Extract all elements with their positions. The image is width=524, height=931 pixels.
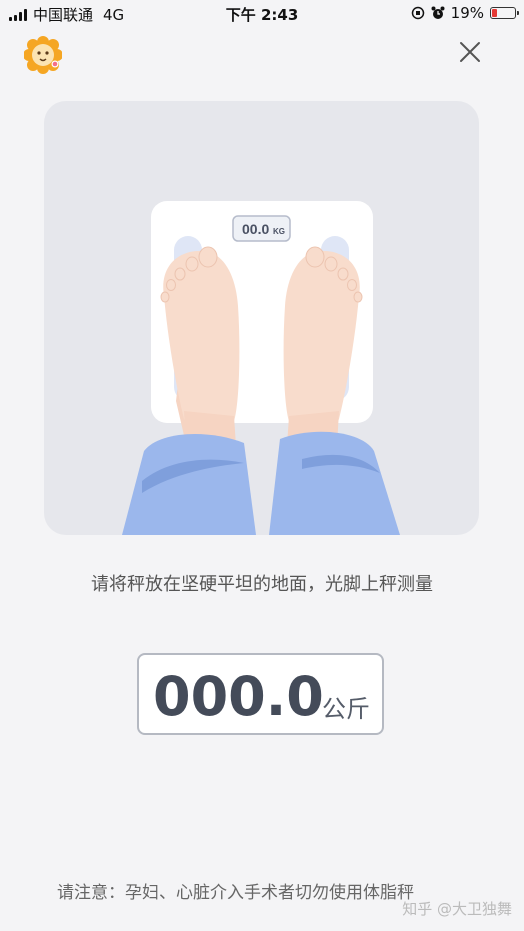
scale-display-unit: KG [273,227,285,236]
screen: 中国联通 4G 下午 2:43 19% 00.0 KG 请将秤放在坚硬平坦的地面… [0,0,524,931]
lion-logo-icon [24,36,62,74]
instruction-text: 请将秤放在坚硬平坦的地面，光脚上秤测量 [91,574,433,595]
alarm-icon [431,6,445,19]
orientation-lock-icon [411,6,424,20]
watermark: 知乎 @大卫独舞 [402,900,512,918]
scale-display-value: 00.0 [242,221,269,237]
battery-percent: 19% [450,4,484,22]
weight-display: 000.0 公斤 [137,653,384,735]
battery-icon [490,7,519,19]
status-right: 19% [411,4,519,22]
right-pant-leg [269,431,400,535]
safety-notice: 请注意：孕妇、心脏介入手术者切勿使用体脂秤 [57,883,414,903]
illustration-card: 00.0 KG [44,101,479,535]
weight-unit: 公斤 [322,695,370,723]
status-bar: 中国联通 4G 下午 2:43 19% [0,0,524,28]
scale-illustration: 00.0 KG [122,201,400,535]
weight-value: 000.0 [153,665,324,728]
close-icon[interactable] [458,40,482,64]
